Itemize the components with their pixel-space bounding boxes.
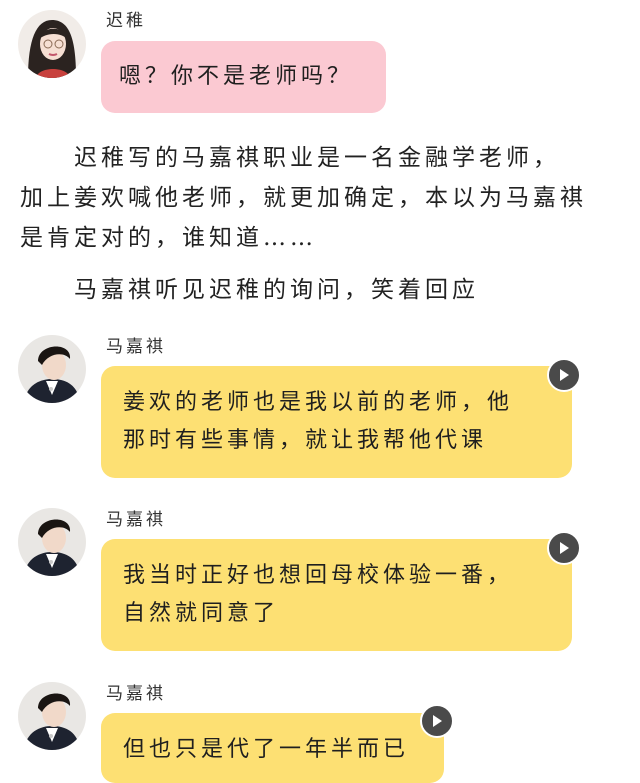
boy-avatar-icon bbox=[18, 335, 86, 403]
message-bubble[interactable]: 但也只是代了一年半而已 bbox=[101, 713, 444, 783]
avatar-boy[interactable] bbox=[18, 682, 86, 750]
boy-avatar-icon bbox=[18, 508, 86, 576]
speaker-name: 马嘉祺 bbox=[106, 684, 166, 704]
message-bubble[interactable]: 我当时正好也想回母校体验一番， 自然就同意了 bbox=[101, 539, 572, 651]
play-icon bbox=[560, 542, 569, 554]
speaker-name: 迟稚 bbox=[106, 11, 146, 31]
narration-paragraph-2: 马嘉祺听见迟稚的询问，笑着回应 bbox=[20, 270, 620, 310]
play-icon bbox=[433, 715, 442, 727]
avatar-boy[interactable] bbox=[18, 335, 86, 403]
message-text-line: 那时有些事情，就让我帮他代课 bbox=[123, 428, 488, 453]
narration-line: 是肯定对的，谁知道…… bbox=[20, 225, 317, 251]
boy-avatar-icon bbox=[18, 682, 86, 750]
narration-line: 加上姜欢喊他老师，就更加确定，本以为马嘉祺 bbox=[20, 185, 587, 211]
play-voice-button[interactable] bbox=[547, 531, 581, 565]
message-bubble[interactable]: 嗯？你不是老师吗？ bbox=[101, 41, 386, 113]
avatar-girl[interactable] bbox=[18, 10, 86, 78]
narration-paragraph-1: 迟稚写的马嘉祺职业是一名金融学老师， 加上姜欢喊他老师，就更加确定，本以为马嘉祺… bbox=[20, 138, 620, 258]
message-text-line: 姜欢的老师也是我以前的老师，他 bbox=[123, 390, 514, 415]
message-text-line: 我当时正好也想回母校体验一番， bbox=[123, 563, 514, 588]
play-icon bbox=[560, 369, 569, 381]
narration-line: 迟稚写的马嘉祺职业是一名金融学老师， bbox=[20, 145, 560, 171]
message-text-line: 自然就同意了 bbox=[123, 601, 280, 626]
speaker-name: 马嘉祺 bbox=[106, 337, 166, 357]
play-voice-button[interactable] bbox=[547, 358, 581, 392]
message-text: 嗯？你不是老师吗？ bbox=[119, 64, 354, 89]
avatar-boy[interactable] bbox=[18, 508, 86, 576]
narration-line: 马嘉祺听见迟稚的询问，笑着回应 bbox=[20, 277, 479, 303]
message-bubble[interactable]: 姜欢的老师也是我以前的老师，他 那时有些事情，就让我帮他代课 bbox=[101, 366, 572, 478]
girl-avatar-icon bbox=[18, 10, 86, 78]
play-voice-button[interactable] bbox=[420, 704, 454, 738]
message-text-line: 但也只是代了一年半而已 bbox=[123, 737, 410, 762]
speaker-name: 马嘉祺 bbox=[106, 510, 166, 530]
